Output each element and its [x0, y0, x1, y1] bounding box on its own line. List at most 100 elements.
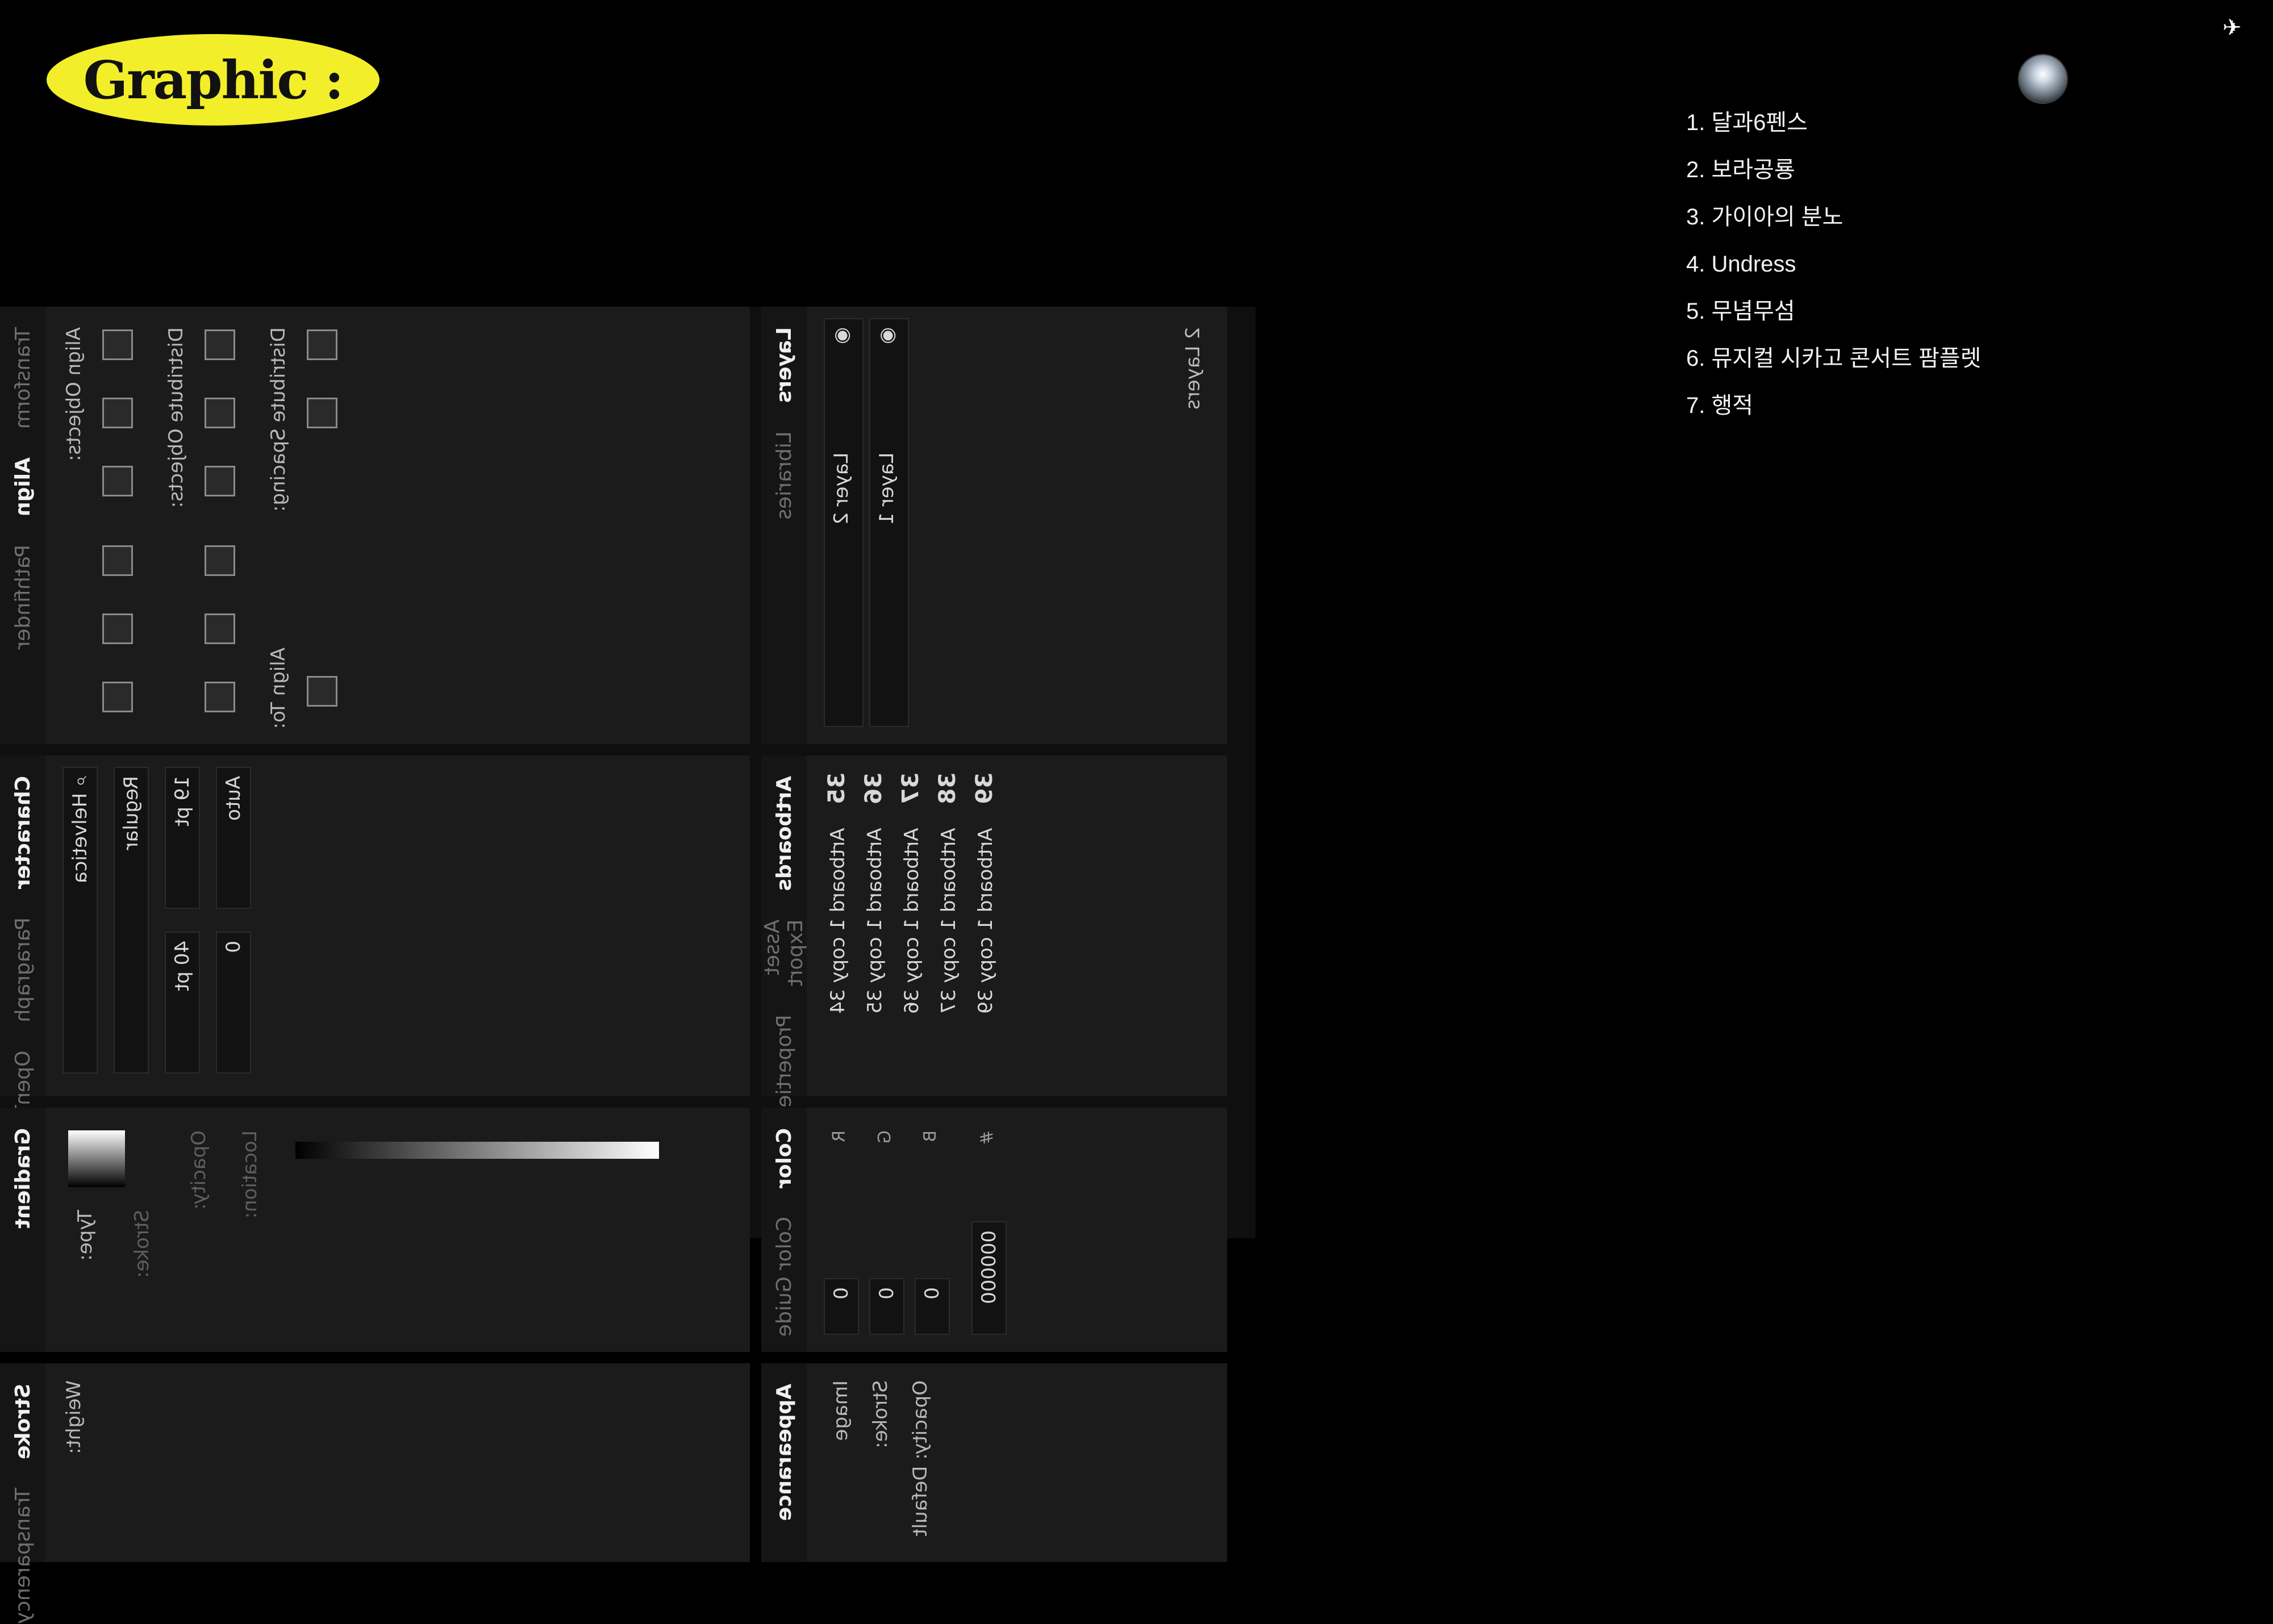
layer-name: Layer 2	[830, 452, 853, 525]
gradient-stroke-label: Stroke:	[131, 1210, 153, 1278]
font-style-select[interactable]: Regular	[114, 767, 149, 1074]
layer-row[interactable]: ◉ Layer 1	[869, 318, 909, 727]
spacing-horizontal-icon[interactable]	[307, 398, 337, 428]
appearance-image-label: Image	[829, 1380, 852, 1441]
spacing-vertical-icon[interactable]	[307, 329, 337, 360]
red-field[interactable]: 0	[824, 1278, 859, 1335]
distribute-hcenter-icon[interactable]	[205, 398, 235, 428]
hex-label: #	[977, 1130, 997, 1145]
align-left-icon[interactable]	[102, 329, 133, 360]
character-panel: Character Paragraph OpenType ⌕ Helvetica…	[0, 755, 750, 1152]
tab-libraries[interactable]: Libraries	[773, 431, 796, 519]
tab-artboards[interactable]: Artboards	[773, 776, 796, 891]
distribute-top-icon[interactable]	[205, 545, 235, 576]
gradient-slider[interactable]	[295, 1142, 659, 1159]
character-tabs: Character Paragraph OpenType	[0, 755, 45, 1152]
tab-transform[interactable]: Transform	[11, 327, 35, 429]
red-label: R	[829, 1130, 849, 1142]
gradient-opacity-label: Opacity:	[187, 1130, 210, 1210]
artboards-tabs: Artboards Asset Export Properties	[761, 755, 807, 1118]
tab-asset-export[interactable]: Asset Export	[761, 920, 807, 987]
artboard-row[interactable]: 35 Artboard 1 copy 34	[824, 773, 850, 1014]
align-bottom-icon[interactable]	[102, 682, 133, 712]
panel-collage: Transform Align Pathfinder Align Objects…	[0, 307, 1256, 1624]
tab-align[interactable]: Align	[11, 457, 35, 516]
project-item[interactable]: 3. 가이아의 분노	[1686, 200, 1981, 247]
artboard-name: Artboard 1 copy 39	[974, 828, 997, 1014]
color-panel: Color Color Guide R 0 G 0 B 0 # 000000	[761, 1108, 1227, 1352]
tab-transparency[interactable]: Transparency	[11, 1488, 35, 1624]
layer-row[interactable]: ◉ Layer 2	[824, 318, 864, 727]
align-right-icon[interactable]	[102, 466, 133, 496]
chrome-orb-icon[interactable]	[2019, 55, 2067, 103]
logo[interactable]: Graphic :	[47, 34, 379, 126]
font-size-value: 19 pt	[171, 776, 194, 826]
tab-paragraph[interactable]: Paragraph	[11, 917, 35, 1022]
green-field[interactable]: 0	[869, 1278, 904, 1335]
align-vcenter-icon[interactable]	[102, 613, 133, 644]
tab-pathfinder[interactable]: Pathfinder	[11, 545, 35, 649]
align-to-selection-icon[interactable]	[307, 676, 337, 707]
tab-color[interactable]: Color	[773, 1128, 796, 1188]
distribute-left-icon[interactable]	[205, 329, 235, 360]
layers-count: 2 Layers	[1182, 327, 1204, 410]
airplane-icon[interactable]: ✈	[2222, 15, 2242, 41]
blue-field[interactable]: 0	[915, 1278, 950, 1335]
artboard-number: 38	[935, 773, 961, 804]
appearance-panel: Appearance Image Stroke: Opacity: Defaul…	[761, 1363, 1227, 1562]
kerning-field[interactable]: Auto	[216, 767, 251, 909]
layers-tabs: Layers Libraries	[761, 307, 807, 744]
align-objects-label: Align Objects:	[62, 327, 85, 461]
project-item[interactable]: 2. 보라공룡	[1686, 153, 1981, 200]
align-tabs: Transform Align Pathfinder	[0, 307, 45, 744]
hex-value: 000000	[978, 1230, 1000, 1304]
hex-field[interactable]: 000000	[971, 1221, 1007, 1335]
blue-label: B	[920, 1130, 940, 1142]
distribute-right-icon[interactable]	[205, 466, 235, 496]
appearance-opacity-label: Opacity:	[909, 1380, 932, 1460]
green-label: G	[875, 1130, 895, 1144]
distribute-vcenter-icon[interactable]	[205, 613, 235, 644]
project-item[interactable]: 1. 달과6펜스	[1686, 106, 1981, 153]
align-top-icon[interactable]	[102, 545, 133, 576]
eye-icon[interactable]: ◉	[875, 327, 898, 344]
tab-color-guide[interactable]: Color Guide	[773, 1217, 796, 1337]
color-tabs: Color Color Guide	[761, 1108, 807, 1352]
artboard-name: Artboard 1 copy 35	[864, 828, 886, 1014]
distribute-spacing-label: Distribute Spacing:	[267, 327, 290, 512]
eye-icon[interactable]: ◉	[830, 327, 853, 344]
gradient-swatch[interactable]	[68, 1130, 125, 1187]
blue-value: 0	[921, 1287, 944, 1300]
font-size-field[interactable]: 19 pt	[165, 767, 200, 909]
project-item[interactable]: 5. 무념무섬	[1686, 294, 1981, 341]
project-item[interactable]: 7. 행적	[1686, 389, 1981, 436]
project-item[interactable]: 6. 뮤지컬 시카고 콘서트 팜플렛	[1686, 341, 1981, 389]
tracking-field[interactable]: 0	[216, 932, 251, 1074]
tab-stroke[interactable]: Stroke	[11, 1384, 35, 1459]
green-value: 0	[875, 1287, 898, 1300]
appearance-opacity-row[interactable]: Opacity: Default	[909, 1380, 932, 1537]
red-value: 0	[830, 1287, 853, 1300]
distribute-bottom-icon[interactable]	[205, 682, 235, 712]
tab-character[interactable]: Character	[11, 776, 35, 889]
artboard-row[interactable]: 38 Artboard 1 copy 37	[935, 773, 961, 1014]
artboard-number: 37	[898, 773, 924, 804]
artboard-row[interactable]: 37 Artboard 1 copy 36	[898, 773, 924, 1014]
artboard-row[interactable]: 36 Artboard 1 copy 35	[861, 773, 887, 1014]
artboard-row[interactable]: 39 Artboard 1 copy 39	[971, 773, 998, 1014]
tracking-value: 0	[222, 941, 245, 953]
artboard-number: 36	[861, 773, 887, 804]
stroke-tabs: Stroke Transparency	[0, 1363, 45, 1624]
tab-appearance[interactable]: Appearance	[773, 1384, 796, 1521]
artboard-name: Artboard 1 copy 36	[900, 828, 923, 1014]
tab-gradient[interactable]: Gradient	[11, 1128, 35, 1229]
artboard-name: Artboard 1 copy 34	[827, 828, 849, 1014]
align-hcenter-icon[interactable]	[102, 398, 133, 428]
artboard-number: 39	[971, 773, 998, 804]
font-family-select[interactable]: ⌕ Helvetica	[62, 767, 98, 1074]
project-item[interactable]: 4. Undress	[1686, 247, 1981, 294]
panel-dock: Transform Align Pathfinder Align Objects…	[0, 307, 1256, 1624]
tab-properties[interactable]: Properties	[773, 1015, 796, 1118]
leading-field[interactable]: 40 pt	[165, 932, 200, 1074]
tab-layers[interactable]: Layers	[773, 327, 796, 403]
